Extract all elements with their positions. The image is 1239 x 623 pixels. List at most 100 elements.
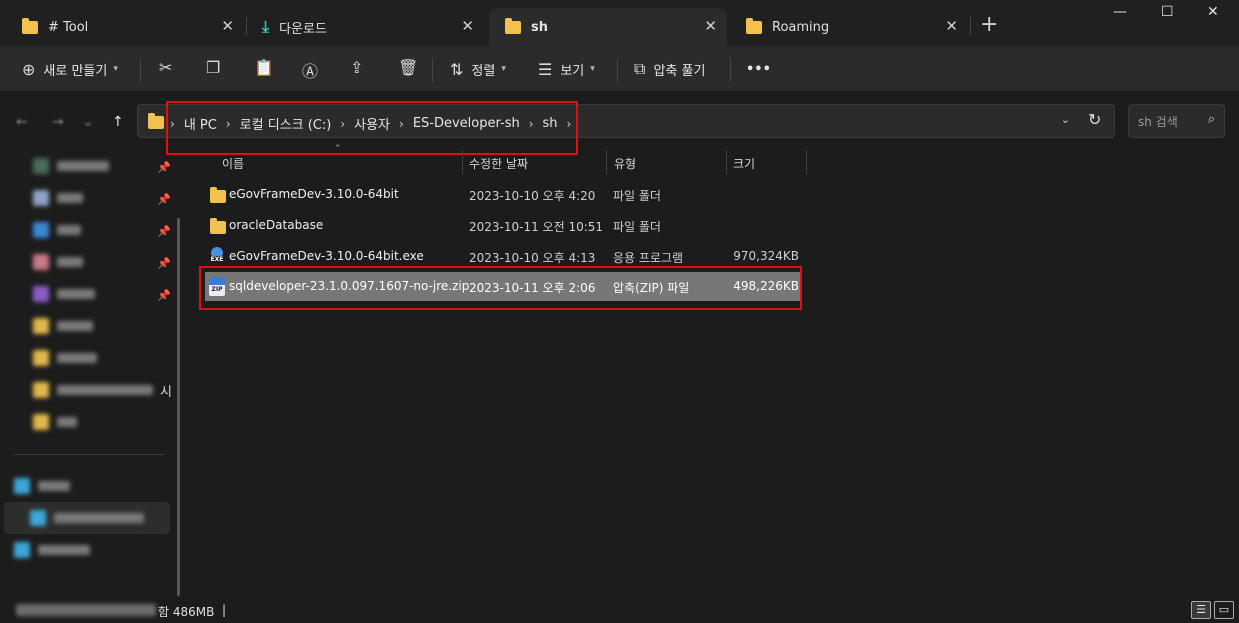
sidebar-item[interactable] — [14, 540, 90, 560]
tab-tool[interactable]: # Tool ✕ — [6, 8, 244, 46]
sidebar-partial-text: 시 — [160, 385, 172, 400]
view-list-icon: ☰ — [538, 59, 553, 79]
status-bar: 함 486MB | — [0, 598, 1239, 623]
column-header-size[interactable]: 크기 — [733, 155, 755, 181]
maximize-button[interactable]: ☐ — [1161, 4, 1174, 20]
folder-icon — [210, 218, 226, 234]
file-name: oracleDatabase — [229, 218, 324, 232]
pin-icon: 📌 — [157, 257, 171, 270]
tab-close-icon[interactable]: ✕ — [461, 17, 474, 35]
cut-icon[interactable]: ✂ — [159, 58, 172, 77]
address-highlight-box — [166, 101, 578, 155]
back-icon[interactable]: ← — [16, 114, 28, 130]
extract-all-button[interactable]: ⧉ 압축 풀기 — [634, 56, 705, 82]
sort-caret-icon: ⌃ — [334, 144, 342, 154]
new-label: 새로 만들기 — [43, 63, 108, 79]
recent-icon[interactable]: ⌄ — [82, 114, 94, 130]
delete-icon[interactable]: 🗑 — [398, 58, 418, 77]
share-icon[interactable]: ⇪ — [350, 58, 363, 77]
sort-icon: ⇅ — [450, 59, 464, 79]
tab-roaming[interactable]: Roaming ✕ — [730, 8, 968, 46]
tab-close-icon[interactable]: ✕ — [704, 17, 717, 35]
file-row[interactable]: eGovFrameDev-3.10.0-64bit 2023-10-10 오후 … — [205, 180, 801, 209]
more-icon: ••• — [746, 61, 771, 77]
command-bar: ⊕ 새로 만들기 ▾ ✂ ❐ 📋 Ⓐ ⇪ 🗑 ⇅ 정렬 ▾ ☰ 보기 ▾ ⧉ 압… — [0, 46, 1239, 92]
folder-icon — [210, 187, 226, 203]
folder-icon — [148, 113, 164, 129]
up-icon[interactable]: ↑ — [112, 114, 124, 130]
column-header-name[interactable]: 이름 — [222, 155, 244, 181]
file-name: eGovFrameDev-3.10.0-64bit — [229, 187, 399, 201]
exe-icon: EXE — [209, 247, 225, 265]
new-button[interactable]: ⊕ 새로 만들기 ▾ — [22, 56, 118, 82]
folder-icon — [746, 17, 762, 34]
folder-icon — [22, 17, 38, 34]
chevron-down-icon: ▾ — [590, 64, 595, 74]
details-view-icon[interactable]: ☰ — [1191, 601, 1211, 619]
status-cursor: | — [222, 603, 227, 617]
tiles-view-icon[interactable]: ▭ — [1214, 601, 1234, 619]
refresh-icon[interactable]: ↻ — [1088, 110, 1101, 129]
search-input[interactable]: sh 검색 ⌕ — [1128, 104, 1225, 138]
address-dropdown-icon[interactable]: ⌄ — [1061, 113, 1070, 126]
status-blurred-text — [16, 604, 156, 616]
file-row[interactable]: oracleDatabase 2023-10-11 오전 10:51 파일 폴더 — [205, 211, 801, 240]
pin-icon: 📌 — [157, 225, 171, 238]
chevron-down-icon: ▾ — [501, 64, 506, 74]
close-button[interactable]: ✕ — [1207, 4, 1219, 20]
copy-icon[interactable]: ❐ — [206, 58, 220, 77]
sidebar-divider — [14, 454, 164, 455]
sidebar-item[interactable] — [33, 412, 77, 432]
sidebar-item[interactable] — [33, 348, 97, 368]
search-icon: ⌕ — [1207, 112, 1215, 127]
view-label: 보기 — [560, 63, 585, 79]
status-text: 함 486MB — [158, 605, 215, 619]
column-header-date[interactable]: 수정한 날짜 — [469, 155, 528, 181]
sidebar-item[interactable] — [33, 252, 83, 272]
sidebar-scrollbar[interactable] — [177, 218, 180, 596]
paste-icon[interactable]: 📋 — [254, 58, 274, 77]
more-options-button[interactable]: ••• — [746, 56, 771, 82]
sidebar-item[interactable] — [33, 380, 153, 400]
file-size: 970,324KB — [733, 249, 799, 263]
file-name: eGovFrameDev-3.10.0-64bit.exe — [229, 249, 424, 263]
sidebar-item[interactable] — [33, 156, 109, 176]
tab-label: Roaming — [772, 19, 830, 35]
plus-circle-icon: ⊕ — [22, 59, 36, 79]
file-type: 응용 프로그램 — [613, 251, 684, 265]
minimize-button[interactable]: — — [1113, 4, 1127, 20]
download-icon: ⤓ — [262, 17, 270, 36]
sidebar-item[interactable] — [30, 508, 144, 528]
file-type: 파일 폴더 — [613, 220, 661, 234]
tab-label: 다운로드 — [279, 21, 327, 37]
forward-icon[interactable]: → — [52, 114, 64, 130]
sidebar-item[interactable] — [33, 316, 93, 336]
sort-button[interactable]: ⇅ 정렬 ▾ — [450, 56, 506, 82]
exe-icon-label: EXE — [210, 256, 224, 263]
new-tab-button[interactable]: + — [980, 12, 998, 37]
folder-icon — [505, 17, 521, 34]
file-date: 2023-10-10 오후 4:20 — [469, 189, 596, 203]
view-button[interactable]: ☰ 보기 ▾ — [538, 56, 595, 82]
file-date: 2023-10-11 오전 10:51 — [469, 220, 604, 234]
sidebar-item[interactable] — [33, 284, 95, 304]
file-type: 파일 폴더 — [613, 189, 661, 203]
sidebar-item[interactable] — [33, 188, 83, 208]
tab-downloads[interactable]: ⤓ 다운로드 ✕ — [246, 8, 484, 46]
extract-label: 압축 풀기 — [653, 63, 706, 79]
tab-sh[interactable]: sh ✕ — [489, 8, 727, 46]
navigation-pane: 📌 📌 📌 📌 📌 시 — [0, 150, 188, 598]
pin-icon: 📌 — [157, 161, 171, 174]
sidebar-item[interactable] — [14, 476, 70, 496]
rename-icon[interactable]: Ⓐ — [302, 58, 318, 82]
pin-icon: 📌 — [157, 289, 171, 302]
tab-close-icon[interactable]: ✕ — [945, 17, 958, 35]
file-date: 2023-10-10 오후 4:13 — [469, 251, 596, 265]
column-header-type[interactable]: 유형 — [614, 155, 636, 181]
chevron-down-icon: ▾ — [113, 64, 118, 74]
search-placeholder: sh 검색 — [1138, 115, 1178, 129]
tab-bar: # Tool ✕ ⤓ 다운로드 ✕ sh ✕ Roaming ✕ + — ☐ ✕ — [0, 0, 1239, 46]
tab-close-icon[interactable]: ✕ — [221, 17, 234, 35]
sort-label: 정렬 — [471, 63, 496, 79]
sidebar-item[interactable] — [33, 220, 81, 240]
